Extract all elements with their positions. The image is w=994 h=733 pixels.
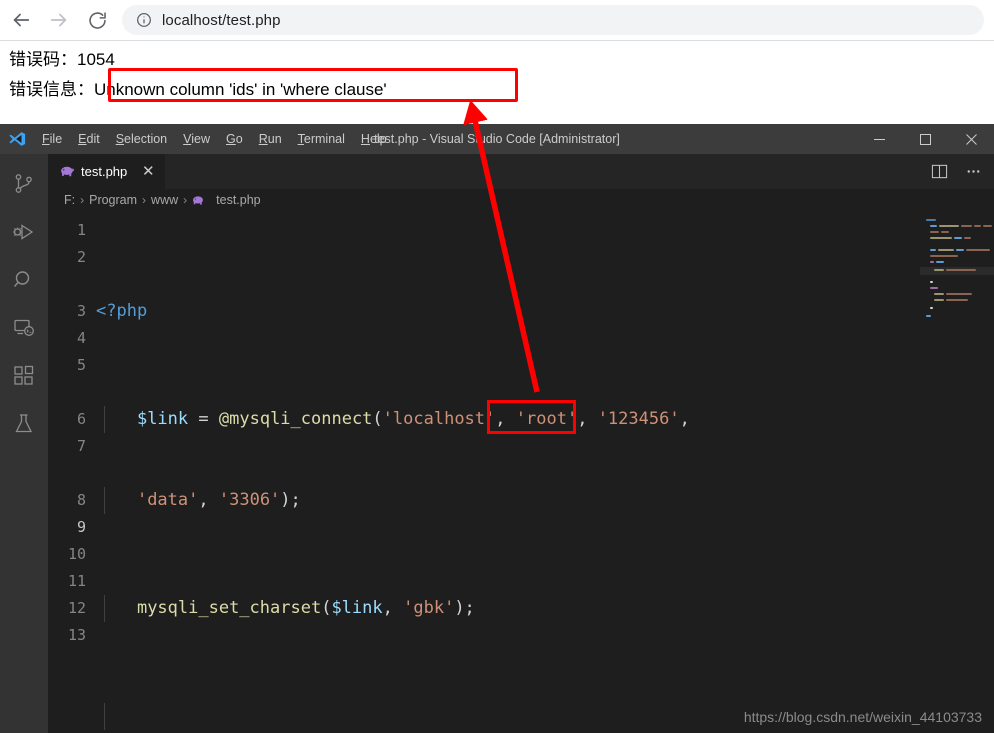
line-number: 7 [76,437,86,455]
testing-flask-icon[interactable] [0,400,48,448]
line-number-active: 9 [76,518,86,536]
menu-help[interactable]: Help [353,124,395,154]
code-line-2-wrap: 'data', '3306'); [96,487,994,514]
error-message-label: 错误信息： [9,80,94,99]
menu-go[interactable]: Go [218,124,251,154]
error-code-line: 错误码：1054 [9,50,115,69]
run-and-debug-icon[interactable] [0,208,48,256]
line-number: 10 [67,545,86,563]
address-bar-url: localhost/test.php [162,11,281,29]
editor-area: test.php ✕ F: › Program › www › test.php… [48,154,994,733]
line-number: 11 [67,572,86,590]
menu-selection[interactable]: Selection [108,124,175,154]
breadcrumb-item-0[interactable]: F: [64,193,75,207]
breadcrumb: F: › Program › www › test.php [48,189,994,211]
line-number: 3 [76,302,86,320]
reload-button[interactable] [80,3,114,37]
line-number: 2 [76,248,86,266]
browser-toolbar: localhost/test.php [0,0,994,41]
vscode-window: File Edit Selection View Go Run Terminal… [0,124,994,733]
line-number-wrap-filler [48,460,86,487]
line-number-wrap-filler [48,379,86,406]
address-bar[interactable]: localhost/test.php [122,5,984,35]
menu-file[interactable]: File [34,124,70,154]
menu-terminal[interactable]: Terminal [290,124,353,154]
breadcrumb-item-3[interactable]: test.php [216,193,260,207]
breadcrumb-item-1[interactable]: Program [89,193,137,207]
line-number: 12 [67,599,86,617]
php-elephant-icon [192,194,205,207]
arrow-left-icon [10,9,32,31]
more-actions-icon[interactable] [960,159,986,185]
line-number: 13 [67,626,86,644]
forward-button[interactable] [42,3,76,37]
close-button[interactable] [948,124,994,154]
extensions-icon[interactable] [0,352,48,400]
menu-edit[interactable]: Edit [70,124,108,154]
window-controls [856,124,994,154]
editor-action-buttons [926,154,994,189]
line-number: 8 [76,491,86,509]
php-elephant-icon [60,164,75,179]
code-line-1: <?php [96,301,148,321]
breadcrumb-separator-icon: › [142,193,147,207]
code-text[interactable]: <?php $link = @mysqli_connect('localhost… [96,211,994,733]
vscode-menubar: File Edit Selection View Go Run Terminal… [34,124,395,154]
line-number: 1 [76,221,86,239]
breadcrumb-item-2[interactable]: www [151,193,178,207]
code-line-3: mysqli_set_charset($link, 'gbk'); [96,595,994,622]
error-message-line: 错误信息：Unknown column 'ids' in 'where clau… [0,72,994,102]
split-editor-icon[interactable] [926,159,952,185]
line-number: 6 [76,410,86,428]
reload-icon [87,10,108,31]
vscode-titlebar: File Edit Selection View Go Run Terminal… [0,124,994,154]
breadcrumb-separator-icon: › [80,193,85,207]
remote-explorer-icon[interactable] [0,304,48,352]
line-number-wrap-filler [48,271,86,298]
activity-bar [0,154,48,733]
source-control-icon[interactable] [0,160,48,208]
code-editor[interactable]: 1 2 3 4 5 6 7 8 9 10 11 12 13 <?php $lin… [48,211,994,733]
info-circle-icon[interactable] [136,12,152,28]
search-icon[interactable] [0,256,48,304]
menu-view[interactable]: View [175,124,218,154]
tab-close-icon[interactable]: ✕ [139,164,157,179]
editor-tabs: test.php ✕ [48,154,994,189]
line-number: 5 [76,356,86,374]
line-number-gutter: 1 2 3 4 5 6 7 8 9 10 11 12 13 [48,211,96,733]
tab-label: test.php [81,164,128,179]
web-page-content: 错误码：1054 错误信息：Unknown column 'ids' in 'w… [0,41,994,124]
line-number: 4 [76,329,86,347]
menu-run[interactable]: Run [251,124,290,154]
tab-test-php[interactable]: test.php ✕ [48,154,167,189]
code-line-2: $link = @mysqli_connect('localhost', 'ro… [96,406,994,433]
breadcrumb-separator-icon: › [183,193,188,207]
minimize-button[interactable] [856,124,902,154]
vscode-logo-icon [0,124,34,154]
watermark-text: https://blog.csdn.net/weixin_44103733 [743,709,982,725]
error-message-value: Unknown column 'ids' in 'where clause' [94,80,387,99]
arrow-right-icon [48,9,70,31]
maximize-button[interactable] [902,124,948,154]
back-button[interactable] [4,3,38,37]
